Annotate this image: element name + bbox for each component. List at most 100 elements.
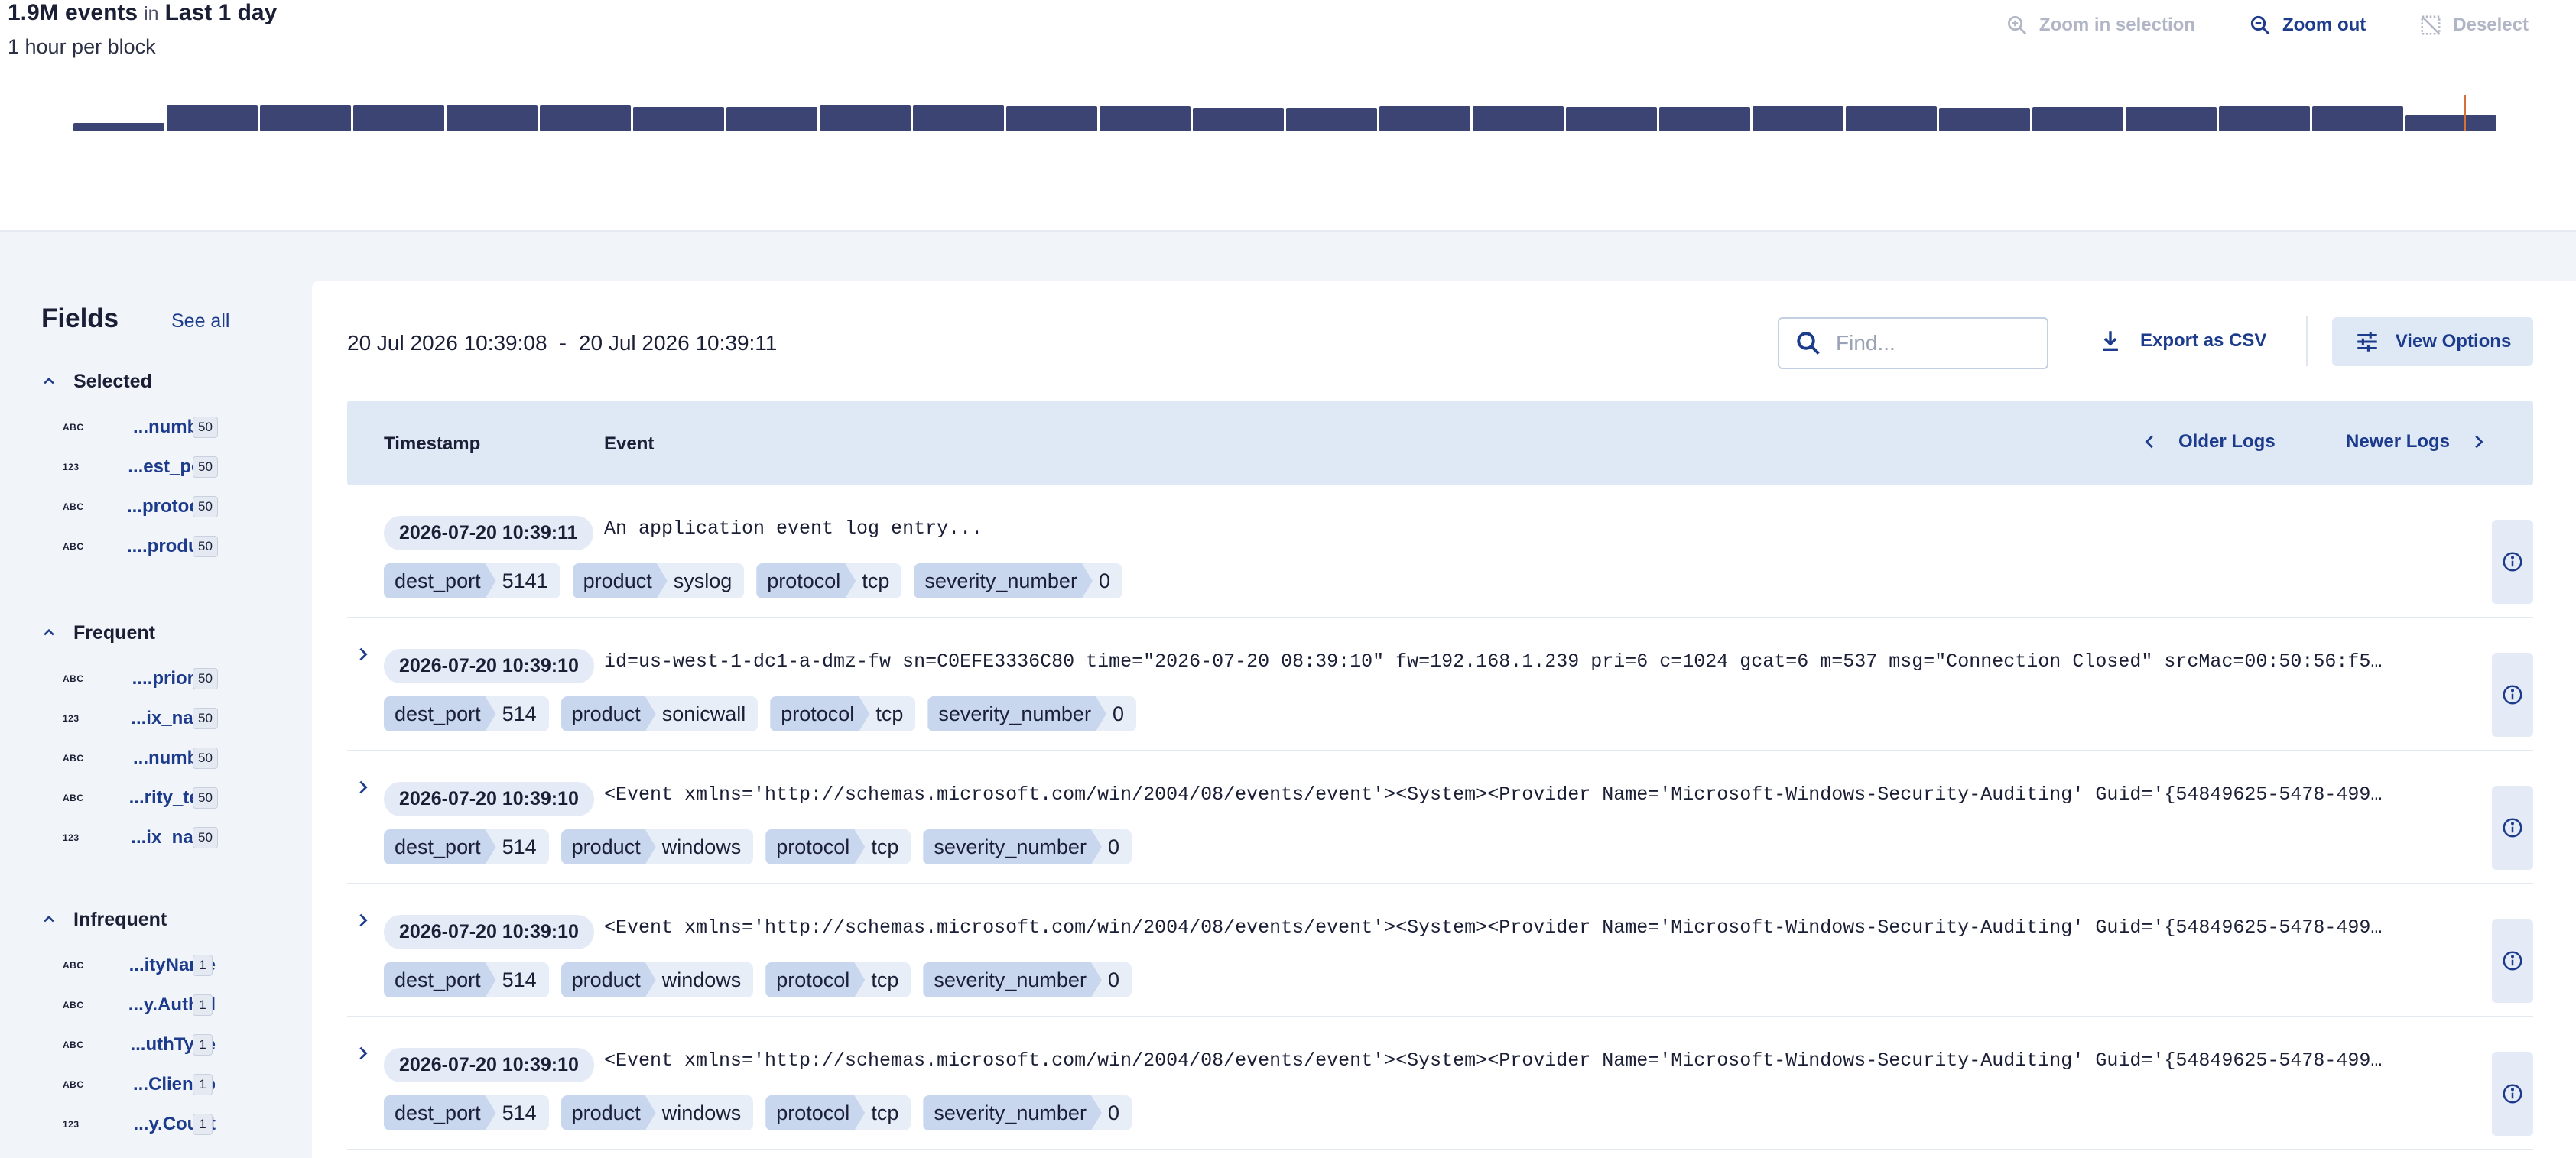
histogram-bar[interactable]	[73, 123, 164, 131]
field-item[interactable]: ABC ...uthType 1	[41, 1025, 294, 1065]
row-info-button[interactable]	[2492, 786, 2533, 870]
histogram-bar[interactable]	[260, 105, 351, 131]
field-item[interactable]: ABC ....priority 50	[41, 659, 294, 699]
deselect-icon	[2421, 15, 2441, 35]
log-tag[interactable]: protocol tcp	[765, 1095, 911, 1130]
histogram-bar[interactable]	[2219, 106, 2310, 131]
see-all-link[interactable]: See all	[171, 310, 229, 332]
histogram-bar[interactable]	[1473, 106, 1564, 131]
log-tag[interactable]: dest_port 514	[384, 962, 549, 997]
log-row[interactable]: 2026-07-20 10:39:10 <Event xmlns='http://…	[347, 884, 2533, 1017]
log-tag[interactable]: product windows	[561, 1095, 754, 1130]
log-row[interactable]: 2026-07-20 10:39:10 <Event xmlns='http://…	[347, 1017, 2533, 1150]
log-tag[interactable]: severity_number 0	[927, 696, 1136, 731]
newer-logs-label: Newer Logs	[2346, 431, 2451, 452]
expand-chevron-icon[interactable]	[355, 912, 372, 929]
log-tag[interactable]: protocol tcp	[756, 563, 902, 598]
field-item[interactable]: ABC ....product 50	[41, 527, 294, 566]
zoom-out-button[interactable]: Zoom out	[2249, 14, 2366, 37]
log-row[interactable]: 2026-07-20 10:39:11 An application event …	[347, 485, 2533, 618]
log-tag[interactable]: severity_number 0	[914, 563, 1122, 598]
histogram-bar[interactable]	[1006, 106, 1097, 131]
histogram-bar[interactable]	[167, 105, 258, 131]
field-item[interactable]: ABC ...number 50	[41, 738, 294, 778]
tag-key: protocol	[765, 962, 865, 997]
expand-chevron-icon[interactable]	[355, 646, 372, 663]
log-tag[interactable]: dest_port 514	[384, 1095, 549, 1130]
row-info-button[interactable]	[2492, 653, 2533, 737]
histogram-bar[interactable]	[2312, 106, 2403, 131]
field-item[interactable]: ABC ...number 50	[41, 407, 294, 447]
log-tag[interactable]: protocol tcp	[770, 696, 916, 731]
field-item[interactable]: ABC ...rity_text 50	[41, 778, 294, 818]
field-item[interactable]: ABC ...ityName 1	[41, 946, 294, 985]
histogram-bar[interactable]	[1100, 106, 1191, 131]
histogram-panel: 1.9M events in Last 1 day 1 hour per block…	[0, 0, 2576, 232]
field-item[interactable]: 123 ...est_port 50	[41, 447, 294, 487]
log-tag[interactable]: dest_port 514	[384, 829, 549, 864]
field-item[interactable]: ABC ...y.AuthId 1	[41, 985, 294, 1025]
log-row[interactable]: 2026-07-20 10:39:10 <Event xmlns='http://…	[347, 751, 2533, 884]
histogram-bar[interactable]	[2032, 107, 2123, 131]
log-tag[interactable]: severity_number 0	[923, 829, 1132, 864]
log-tag[interactable]: severity_number 0	[923, 962, 1132, 997]
histogram-bar[interactable]	[353, 105, 444, 131]
log-row[interactable]: 2026-07-20 10:39:10 id=us-west-1-dc1-a-dm…	[347, 618, 2533, 751]
tag-value: sonicwall	[645, 696, 759, 731]
log-tag[interactable]: product syslog	[573, 563, 745, 598]
expand-chevron-icon[interactable]	[355, 779, 372, 796]
histogram-bar[interactable]	[1846, 106, 1937, 131]
field-group-toggle[interactable]: Selected	[41, 369, 294, 394]
log-tag[interactable]: product sonicwall	[561, 696, 759, 731]
log-tag[interactable]: product windows	[561, 829, 754, 864]
field-item[interactable]: ABC ...ClientIp 1	[41, 1065, 294, 1104]
expand-chevron-icon[interactable]	[355, 1045, 372, 1062]
log-tag[interactable]: product windows	[561, 962, 754, 997]
time-range-label[interactable]: Last 1 day	[165, 0, 278, 25]
histogram-bar[interactable]	[540, 105, 631, 131]
histogram-bar[interactable]	[2405, 115, 2496, 131]
row-info-button[interactable]	[2492, 919, 2533, 1003]
zoom-in-selection-button[interactable]: Zoom in selection	[2006, 14, 2195, 37]
log-table-header: Timestamp Event Older Logs Newer Logs	[347, 401, 2533, 485]
field-group-toggle[interactable]: Frequent	[41, 621, 294, 645]
tag-key: severity_number	[923, 1095, 1102, 1130]
histogram-bar[interactable]	[1939, 108, 2030, 131]
deselect-button[interactable]: Deselect	[2419, 14, 2529, 37]
histogram-bar[interactable]	[1193, 108, 1284, 131]
histogram-bar[interactable]	[913, 105, 1004, 131]
export-csv-button[interactable]: Export as CSV	[2097, 328, 2266, 354]
field-item[interactable]: 123 ...ix_nano 50	[41, 818, 294, 858]
view-options-button[interactable]: View Options	[2332, 317, 2533, 366]
histogram-bar[interactable]	[820, 105, 911, 131]
histogram-bar[interactable]	[2126, 107, 2217, 131]
histogram-bar[interactable]	[1753, 106, 1843, 131]
row-info-button[interactable]	[2492, 1052, 2533, 1136]
histogram-bar[interactable]	[1379, 106, 1470, 131]
log-tag[interactable]: protocol tcp	[765, 962, 911, 997]
log-tag[interactable]: dest_port 514	[384, 696, 549, 731]
log-tag[interactable]: protocol tcp	[765, 829, 911, 864]
row-info-button[interactable]	[2492, 520, 2533, 604]
histogram-bar[interactable]	[1286, 108, 1377, 131]
histogram-bar[interactable]	[726, 107, 817, 131]
histogram-bar[interactable]	[1659, 107, 1750, 131]
current-time-marker	[2463, 95, 2466, 131]
log-tag[interactable]: severity_number 0	[923, 1095, 1132, 1130]
field-type-icon: ABC	[63, 753, 84, 764]
tag-key: product	[561, 1095, 656, 1130]
histogram-bar[interactable]	[1566, 107, 1657, 131]
event-histogram[interactable]	[73, 90, 2499, 131]
newer-logs-button[interactable]: Newer Logs	[2346, 431, 2487, 452]
find-box[interactable]	[1778, 317, 2048, 369]
field-count-badge: 1	[193, 1074, 213, 1095]
histogram-bar[interactable]	[633, 107, 724, 131]
field-item[interactable]: ABC ...protocol 50	[41, 487, 294, 527]
find-input[interactable]	[1836, 331, 2019, 355]
field-item[interactable]: 123 ...ix_nano 50	[41, 699, 294, 738]
field-item[interactable]: 123 ...y.Count 1	[41, 1104, 294, 1144]
field-group-toggle[interactable]: Infrequent	[41, 907, 294, 932]
older-logs-button[interactable]: Older Logs	[2142, 431, 2276, 452]
log-tag[interactable]: dest_port 5141	[384, 563, 560, 598]
histogram-bar[interactable]	[447, 105, 538, 131]
